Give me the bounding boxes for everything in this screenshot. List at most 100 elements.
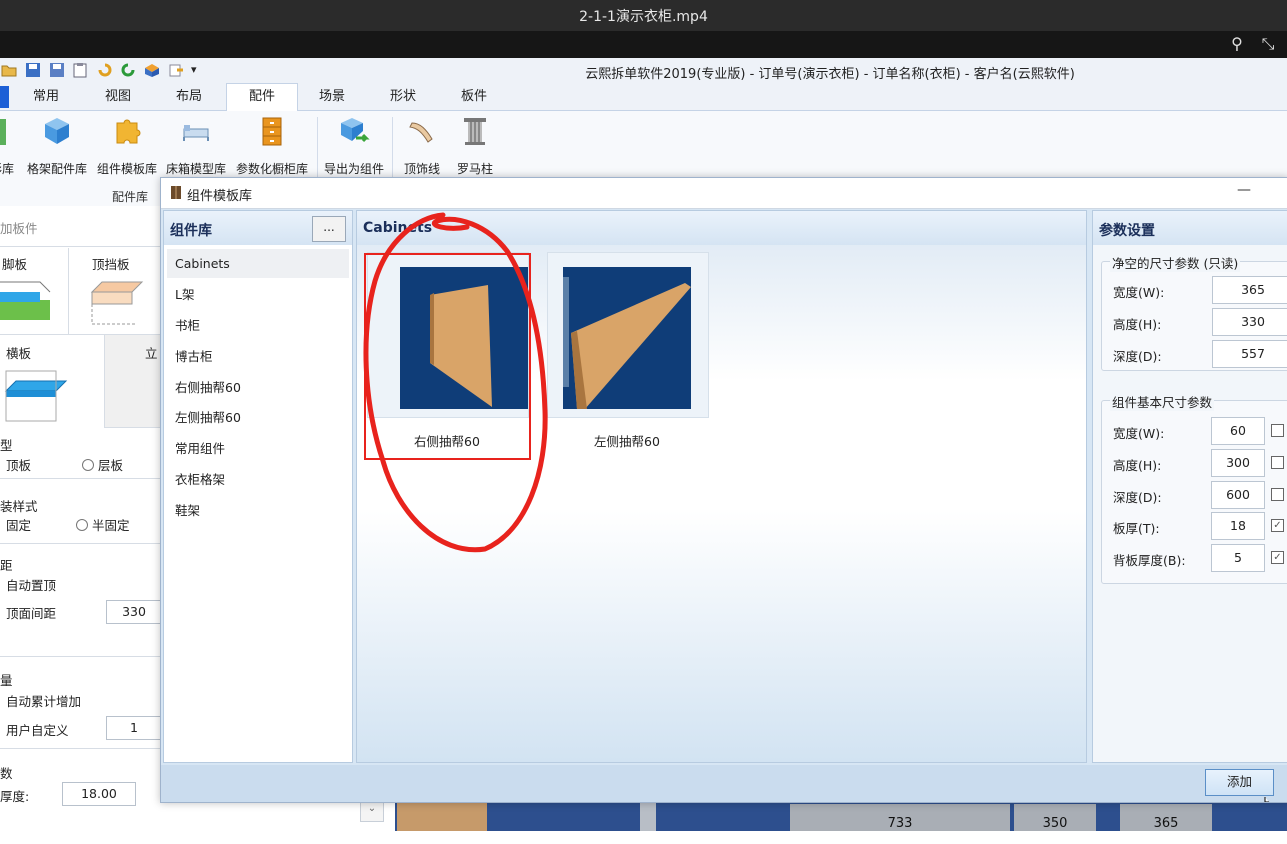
ribbon-separator [317, 117, 318, 179]
depth-input[interactable]: 600 [1211, 481, 1265, 509]
undo-icon[interactable] [97, 62, 113, 78]
bed-box-model-library-button[interactable]: 床箱模型库 [163, 115, 229, 179]
board-thickness-input[interactable]: 18 [1211, 512, 1265, 540]
roman-column-button[interactable]: 罗马柱 [451, 115, 499, 179]
app-menu-button[interactable] [0, 86, 9, 108]
radio-top-board[interactable]: 顶板 [0, 455, 31, 474]
divider [0, 478, 160, 479]
param-label: 深度(D): [1113, 349, 1162, 364]
tile-kick-board[interactable]: 脚板 [0, 248, 69, 334]
param-label: 高度(H): [1113, 317, 1162, 332]
crown-molding-icon [409, 122, 433, 143]
param-label: 高度(H): [1113, 458, 1162, 473]
template-thumbnail-left-drawer-side[interactable] [547, 252, 709, 418]
section-count-label: 量 [0, 673, 13, 688]
depth-checkbox[interactable] [1271, 488, 1284, 501]
clear-width-field: 365 [1212, 276, 1287, 304]
tile-vertical-board[interactable]: 立 [104, 334, 162, 428]
pin-icon[interactable]: ⚲ [1226, 34, 1248, 53]
radio-user-defined[interactable]: 用户自定义 [0, 720, 69, 739]
radio-semi-fixed[interactable]: 半固定 [76, 515, 130, 534]
export-cube-icon [341, 118, 370, 143]
param-title: 参数设置 [1099, 223, 1155, 239]
template-gallery-pane: Cabinets 右侧抽帮60 左侧抽帮60 [356, 210, 1087, 763]
library-item[interactable]: 鞋架 [167, 496, 349, 525]
tile-top-baffle[interactable]: 顶挡板 [70, 248, 160, 334]
tab-board[interactable]: 板件 [446, 84, 502, 110]
rack-accessory-library-button[interactable]: 格架配件库 [24, 115, 90, 179]
left-drawer-side-preview [563, 267, 691, 409]
board-thickness-checkbox[interactable]: ✓ [1271, 519, 1284, 532]
tab-scene[interactable]: 场景 [304, 84, 360, 110]
clear-height-field: 330 [1212, 308, 1287, 336]
dimension-cell: 365 [1120, 804, 1212, 831]
library-item-cabinets[interactable]: Cabinets [167, 249, 349, 278]
library-item[interactable]: 左侧抽帮60 [167, 403, 349, 432]
thickness-input[interactable]: 18.00 [62, 782, 136, 806]
back-thickness-input[interactable]: 5 [1211, 544, 1265, 572]
fullscreen-icon[interactable]: ⤡ [1257, 34, 1279, 54]
divider [0, 748, 160, 749]
library-item[interactable]: 书柜 [167, 311, 349, 340]
export-as-component-button[interactable]: 导出为组件 [321, 115, 387, 179]
custom-count-input[interactable]: 1 [106, 716, 162, 740]
library-item[interactable]: 常用组件 [167, 434, 349, 463]
save-icon[interactable] [25, 62, 41, 78]
component-template-library-button[interactable]: 组件模板库 [94, 115, 160, 179]
color-library-button[interactable]: 彩库 [0, 115, 22, 179]
tab-common[interactable]: 常用 [18, 84, 74, 110]
top-distance-input[interactable]: 330 [106, 600, 162, 624]
component-library-pane: 组件库 ... Cabinets L架 书柜 博古柜 右侧抽帮60 左侧抽帮60… [163, 210, 353, 763]
radio-auto-increment[interactable]: 自动累计增加 [0, 691, 81, 710]
redo-icon[interactable] [120, 62, 136, 78]
radio-circle [76, 519, 88, 531]
radio-fixed[interactable]: 固定 [0, 515, 31, 534]
customize-toolbar-icon[interactable]: ▾ [191, 62, 207, 78]
app-title: 云熙拆单软件2019(专业版) - 订单号(演示衣柜) - 订单名称(衣柜) -… [585, 67, 1075, 82]
annotation-circle-scribble [363, 212, 548, 553]
radio-auto-top[interactable]: 自动置顶 [0, 575, 56, 594]
parametric-cabinet-library-button[interactable]: 参数化橱柜库 [232, 115, 312, 179]
tab-accessories[interactable]: 配件 [226, 83, 298, 112]
horizontal-board-icon [4, 370, 68, 422]
param-label: 宽度(W): [1113, 426, 1165, 441]
radio-top-distance[interactable]: 顶面间距 [0, 603, 56, 622]
open-folder-icon[interactable] [1, 62, 17, 78]
wood-board-preview [397, 800, 487, 831]
export-icon[interactable] [168, 62, 184, 78]
mouse-cursor-icon [1264, 797, 1269, 802]
tab-layout[interactable]: 布局 [161, 84, 217, 110]
crown-molding-button[interactable]: 顶饰线 [398, 115, 446, 179]
param-label: 背板厚度(B): [1113, 553, 1186, 568]
column-icon [464, 118, 486, 145]
library-header: 组件库 ... [164, 211, 352, 245]
component-template-dialog: 组件模板库 — 组件库 ... Cabinets L架 书柜 博古柜 右侧抽帮6… [160, 177, 1287, 803]
minimize-button[interactable]: — [1237, 182, 1251, 198]
width-checkbox[interactable] [1271, 424, 1284, 437]
clipboard-icon[interactable] [72, 62, 88, 78]
bed-icon [183, 125, 209, 141]
library-item[interactable]: 博古柜 [167, 342, 349, 371]
radio-shelf-board[interactable]: 层板 [82, 455, 123, 474]
library-more-button[interactable]: ... [312, 216, 346, 242]
tab-view[interactable]: 视图 [90, 84, 146, 110]
app-titlebar: ▾ 云熙拆单软件2019(专业版) - 订单号(演示衣柜) - 订单名称(衣柜)… [0, 58, 1287, 84]
library-item[interactable]: 右侧抽帮60 [167, 373, 349, 402]
height-checkbox[interactable] [1271, 456, 1284, 469]
save-as-icon[interactable] [49, 62, 65, 78]
dialog-footer [161, 765, 1287, 802]
ribbon-tab-bar: 常用 视图 布局 配件 场景 形状 板件 [0, 83, 1287, 112]
tile-horizontal-board[interactable]: 横板 [0, 334, 104, 427]
section-style-label: 装样式 [0, 499, 38, 514]
chevron-down-icon[interactable]: ⌄ [360, 802, 384, 822]
library-item[interactable]: 衣柜格架 [167, 465, 349, 494]
puzzle-icon [116, 119, 141, 144]
package-icon[interactable] [144, 62, 160, 78]
tab-shape[interactable]: 形状 [375, 84, 431, 110]
height-input[interactable]: 300 [1211, 449, 1265, 477]
add-button[interactable]: 添加 [1205, 769, 1274, 796]
back-thickness-checkbox[interactable]: ✓ [1271, 551, 1284, 564]
library-item[interactable]: L架 [167, 280, 349, 309]
width-input[interactable]: 60 [1211, 417, 1265, 445]
color-library-icon [0, 119, 6, 145]
